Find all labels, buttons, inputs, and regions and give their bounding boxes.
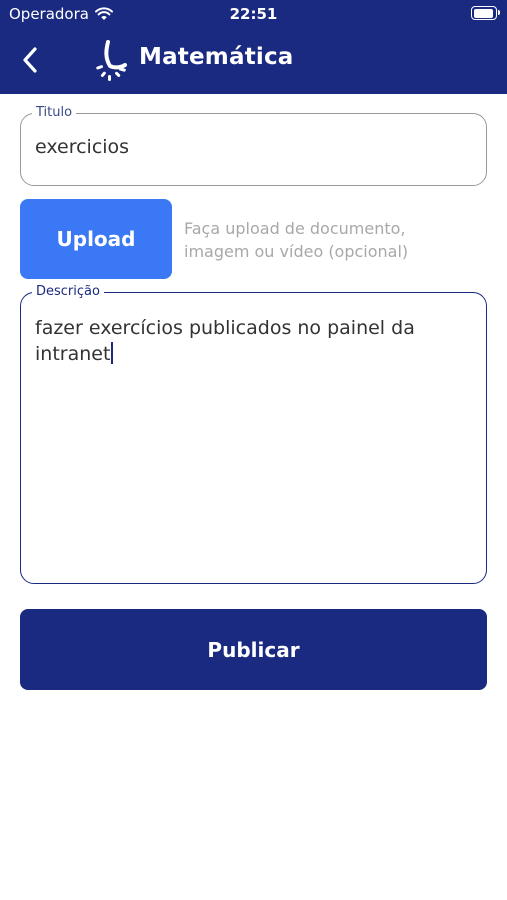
upload-hint: Faça upload de documento, imagem ou víde…	[184, 217, 484, 263]
upload-hint-line: Faça upload de documento,	[184, 219, 406, 238]
description-input[interactable]: fazer exercícios publicados no painel da…	[35, 315, 472, 367]
nav-bar: Matemática	[0, 32, 507, 88]
title-field-label: Titulo	[32, 104, 77, 122]
publish-button[interactable]: Publicar	[20, 609, 487, 690]
app-header: Operadora 22:51 Matemática	[0, 0, 507, 94]
description-text: fazer exercícios publicados no painel da…	[35, 317, 415, 365]
status-time: 22:51	[229, 5, 278, 23]
upload-button[interactable]: Upload	[20, 199, 172, 279]
title-input[interactable]: exercicios	[35, 136, 129, 158]
page-title: Matemática	[139, 44, 294, 70]
title-field[interactable]: Titulo exercicios	[20, 104, 487, 186]
battery-icon	[471, 6, 500, 20]
app-logo-icon	[96, 40, 127, 81]
battery-level	[473, 8, 494, 18]
description-field[interactable]: Descrição fazer exercícios publicados no…	[20, 283, 487, 584]
back-button[interactable]	[12, 40, 48, 80]
chevron-left-icon	[23, 47, 37, 73]
status-bar: Operadora 22:51	[0, 0, 507, 28]
text-caret	[111, 342, 114, 364]
upload-hint-line: imagem ou vídeo (opcional)	[184, 242, 409, 261]
description-field-label: Descrição	[32, 283, 104, 301]
